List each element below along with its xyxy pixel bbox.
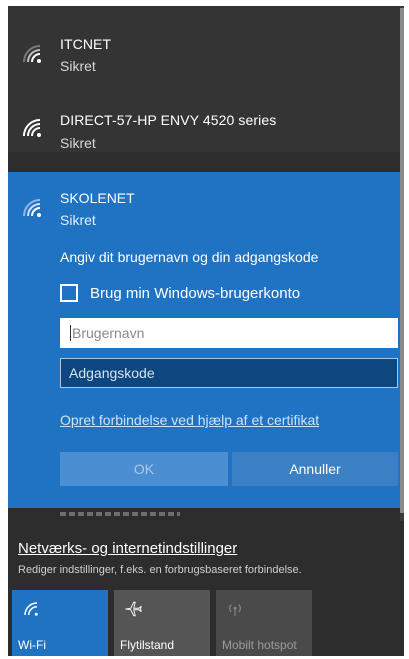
username-input[interactable]: Brugernavn (60, 318, 398, 348)
network-item-itcnet[interactable]: ITCNET Sikret (8, 6, 400, 74)
password-placeholder: Adgangskode (69, 365, 155, 381)
ok-button[interactable]: OK (60, 452, 228, 486)
network-name: DIRECT-57-HP ENVY 4520 series (60, 112, 277, 128)
quick-action-label: Mobilt hotspot (222, 638, 297, 652)
username-placeholder: Brugernavn (72, 325, 145, 341)
password-input[interactable]: Adgangskode (60, 358, 398, 388)
quick-action-wifi[interactable]: Wi-Fi (12, 590, 108, 656)
quick-action-airplane-mode[interactable]: Flytilstand (114, 590, 210, 656)
wifi-icon (23, 199, 41, 217)
windows-account-label: Brug min Windows-brugerkonto (90, 284, 301, 302)
network-item-direct-hp[interactable]: DIRECT-57-HP ENVY 4520 series Sikret (8, 72, 400, 152)
wifi-icon (24, 602, 38, 616)
quick-action-mobile-hotspot[interactable]: Mobilt hotspot (216, 590, 312, 656)
network-status: Sikret (60, 212, 96, 228)
text-caret (70, 325, 71, 341)
network-status: Sikret (60, 135, 96, 151)
network-item-skolenet-expanded: SKOLENET Sikret Angiv dit brugernavn og … (8, 172, 400, 508)
quick-action-label: Flytilstand (120, 638, 175, 652)
airplane-icon (125, 601, 142, 617)
network-settings-link[interactable]: Netværks- og internetindstillinger (18, 540, 237, 557)
scrollbar[interactable] (400, 6, 404, 521)
scrollbar-thumb[interactable] (400, 8, 404, 513)
cancel-button[interactable]: Annuller (232, 452, 398, 486)
wifi-icon (23, 45, 41, 63)
credentials-prompt: Angiv dit brugernavn og din adgangskode (60, 249, 319, 265)
windows-account-checkbox[interactable] (60, 284, 78, 302)
hotspot-icon (229, 604, 241, 616)
wifi-icon (23, 119, 41, 137)
network-name: ITCNET (60, 36, 112, 52)
network-name: SKOLENET (60, 190, 135, 206)
network-flyout: ITCNET Sikret DIRECT-57-HP ENVY 4520 ser… (8, 6, 404, 656)
quick-action-label: Wi-Fi (18, 638, 46, 652)
certificate-link[interactable]: Opret forbindelse ved hjælp af et certif… (60, 412, 319, 428)
network-settings-description: Rediger indstillinger, f.eks. en forbrug… (18, 564, 302, 576)
windows-account-option[interactable]: Brug min Windows-brugerkonto (60, 282, 300, 304)
next-network-item-peek (60, 512, 180, 516)
